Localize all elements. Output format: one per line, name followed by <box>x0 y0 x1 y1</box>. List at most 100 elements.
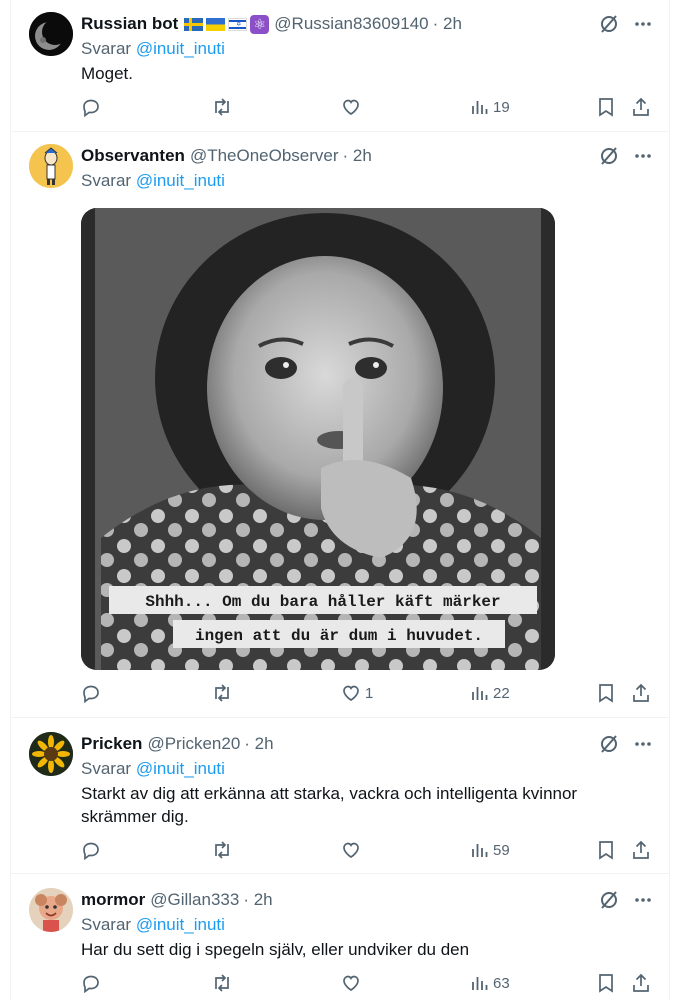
reply-to-handle[interactable]: @inuit_inuti <box>136 915 225 934</box>
user-handle[interactable]: @TheOneObserver <box>190 144 339 168</box>
tweet-text: Moget. <box>81 64 133 83</box>
reply-prefix: Svarar <box>81 759 132 778</box>
image-caption-line-1: Shhh... Om du bara håller käft märker <box>145 593 500 611</box>
reply-button[interactable] <box>81 97 101 117</box>
reply-prefix: Svarar <box>81 171 132 190</box>
reply-to-handle[interactable]: @inuit_inuti <box>136 759 225 778</box>
reply-prefix: Svarar <box>81 39 132 58</box>
reply-button[interactable] <box>81 973 101 993</box>
more-icon[interactable] <box>633 146 653 166</box>
views-icon <box>472 687 488 700</box>
bookmark-button[interactable] <box>597 840 615 860</box>
avatar[interactable] <box>29 12 73 56</box>
view-count: 19 <box>493 98 510 116</box>
avatar[interactable] <box>29 732 73 776</box>
bookmark-icon <box>599 841 613 860</box>
like-icon <box>343 842 359 858</box>
view-count: 63 <box>493 974 510 992</box>
retweet-button[interactable] <box>211 97 233 117</box>
reply-tweet[interactable]: Pricken @Pricken20 · 2h Svarar @inuit_in… <box>11 718 669 874</box>
display-name[interactable]: Observanten <box>81 144 185 168</box>
retweet-button[interactable] <box>211 683 233 703</box>
user-handle[interactable]: @Pricken20 <box>147 732 240 756</box>
display-name[interactable]: Russian bot <box>81 12 178 36</box>
like-icon <box>343 975 359 991</box>
tweet-text: Har du sett dig i spegeln själv, eller u… <box>81 940 470 959</box>
like-button[interactable] <box>341 97 365 117</box>
view-count: 22 <box>493 684 510 702</box>
retweet-button[interactable] <box>211 840 233 860</box>
reply-tweet[interactable]: mormor @Gillan333 · 2h Svarar @inuit_inu… <box>11 874 669 1000</box>
views-button[interactable]: 63 <box>471 974 510 992</box>
sweden-flag-icon <box>184 17 204 31</box>
replying-to: Svarar @inuit_inuti <box>81 913 653 937</box>
views-icon <box>472 101 488 114</box>
bookmark-button[interactable] <box>597 973 615 993</box>
reply-icon <box>83 975 99 993</box>
reply-prefix: Svarar <box>81 915 132 934</box>
share-button[interactable] <box>631 97 651 117</box>
ukraine-flag-icon <box>206 17 226 31</box>
user-handle[interactable]: @Russian83609140 <box>274 12 428 36</box>
views-icon <box>472 977 488 990</box>
timestamp[interactable]: · 2h <box>433 12 462 36</box>
views-button[interactable]: 59 <box>471 841 510 859</box>
grok-icon[interactable] <box>599 890 619 910</box>
replying-to: Svarar @inuit_inuti <box>81 757 653 781</box>
timestamp[interactable]: · 2h <box>244 732 273 756</box>
share-button[interactable] <box>631 840 651 860</box>
like-count: 1 <box>365 684 374 702</box>
display-name[interactable]: mormor <box>81 888 145 912</box>
replying-to: Svarar @inuit_inuti <box>81 37 653 61</box>
reply-icon <box>83 685 99 703</box>
bookmark-icon <box>599 684 613 703</box>
more-icon[interactable] <box>633 890 653 910</box>
timeline-border-right <box>669 0 670 1000</box>
user-handle[interactable]: @Gillan333 <box>150 888 239 912</box>
views-icon <box>472 844 488 857</box>
view-count: 59 <box>493 841 510 859</box>
reply-tweet[interactable]: Russian bot ✡ ⚛ @Russian83609140 · 2h Sv… <box>11 0 669 132</box>
grok-icon[interactable] <box>599 146 619 166</box>
bookmark-button[interactable] <box>597 683 615 703</box>
reply-button[interactable] <box>81 683 101 703</box>
israel-flag-icon: ✡ <box>228 17 248 31</box>
reply-to-handle[interactable]: @inuit_inuti <box>136 39 225 58</box>
display-name[interactable]: Pricken <box>81 732 142 756</box>
grok-icon[interactable] <box>599 14 619 34</box>
share-button[interactable] <box>631 683 651 703</box>
more-icon[interactable] <box>633 734 653 754</box>
reply-tweet[interactable]: Observanten @TheOneObserver · 2h Svarar … <box>11 132 669 718</box>
like-button[interactable]: 1 <box>341 683 373 703</box>
atom-icon: ⚛ <box>250 14 270 34</box>
share-icon <box>633 97 649 116</box>
replying-to: Svarar @inuit_inuti <box>81 169 653 193</box>
share-icon <box>633 973 649 992</box>
grok-icon[interactable] <box>599 734 619 754</box>
views-button[interactable]: 22 <box>471 684 510 702</box>
like-icon <box>343 99 359 115</box>
reply-to-handle[interactable]: @inuit_inuti <box>136 171 225 190</box>
like-button[interactable] <box>341 840 365 860</box>
like-icon <box>343 685 359 701</box>
bookmark-icon <box>599 98 613 117</box>
like-button[interactable] <box>341 973 365 993</box>
retweet-button[interactable] <box>211 973 233 993</box>
more-icon[interactable] <box>633 14 653 34</box>
timestamp[interactable]: · 2h <box>343 144 372 168</box>
share-button[interactable] <box>631 973 651 993</box>
avatar[interactable] <box>29 144 73 188</box>
avatar[interactable] <box>29 888 73 932</box>
image-caption-line-2: ingen att du är dum i huvudet. <box>195 627 483 645</box>
reply-icon <box>83 842 99 860</box>
tweet-text: Starkt av dig att erkänna att starka, va… <box>81 784 578 826</box>
tweet-image[interactable]: Shhh... Om du bara håller käft märker in… <box>81 208 555 670</box>
bookmark-button[interactable] <box>597 97 615 117</box>
retweet-icon <box>215 974 229 992</box>
views-button[interactable]: 19 <box>471 98 510 116</box>
retweet-icon <box>215 841 229 859</box>
retweet-icon <box>215 98 229 116</box>
share-icon <box>633 840 649 859</box>
reply-button[interactable] <box>81 840 101 860</box>
timestamp[interactable]: · 2h <box>243 888 272 912</box>
